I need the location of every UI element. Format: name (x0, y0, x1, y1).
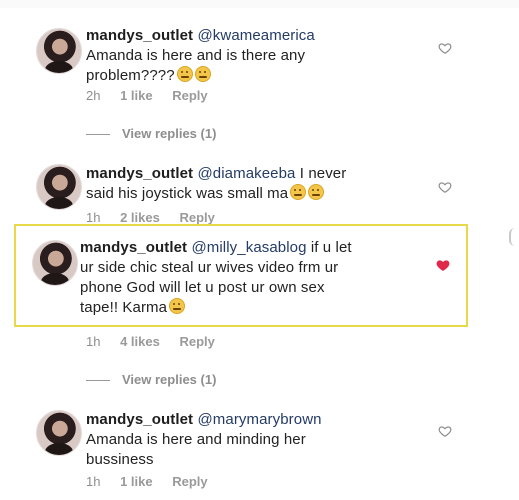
avatar[interactable] (32, 240, 78, 286)
emoji-icon (194, 66, 211, 82)
mention[interactable]: @diamakeeba (197, 165, 295, 182)
view-replies-button[interactable]: View replies (1) (86, 372, 216, 387)
comment-body-line: if u let (306, 239, 352, 256)
comment-text: mandys_outlet @diamakeeba I never said h… (86, 164, 446, 204)
comment-body-line: I never (295, 165, 347, 182)
avatar[interactable] (36, 164, 82, 210)
comment-time: 1h (86, 210, 101, 225)
comment-text: mandys_outlet @kwameamerica Amanda is he… (86, 26, 446, 86)
top-edge (0, 0, 519, 8)
comment-body-line: problem???? (86, 67, 175, 84)
comment-time: 1h (86, 474, 101, 489)
reply-button[interactable]: Reply (179, 334, 214, 349)
comment-body-line: tape!! Karma (80, 299, 168, 316)
comment-time: 2h (86, 88, 101, 103)
avatar[interactable] (36, 28, 82, 74)
mention[interactable]: @kwameamerica (197, 27, 314, 44)
reply-button[interactable]: Reply (179, 210, 214, 225)
comment-body-line: said his joystick was small ma (86, 185, 289, 202)
username[interactable]: mandys_outlet (80, 239, 187, 256)
view-replies-label: View replies (1) (122, 126, 217, 141)
reply-button[interactable]: Reply (172, 88, 207, 103)
avatar[interactable] (36, 410, 82, 456)
likes-count[interactable]: 1 like (120, 474, 153, 489)
likes-count[interactable]: 4 likes (120, 334, 160, 349)
comment-time: 1h (86, 334, 101, 349)
comment-body-line: ur side chic steal ur wives video frm ur (80, 259, 339, 276)
comment-meta: 1h 1 like Reply (86, 474, 224, 489)
view-replies-button[interactable]: View replies (1) (86, 126, 216, 141)
username[interactable]: mandys_outlet (86, 27, 193, 44)
divider-line (86, 380, 110, 382)
comment-meta: 1h 2 likes Reply (86, 210, 231, 225)
likes-count[interactable]: 1 like (120, 88, 153, 103)
comment-body-line: Amanda is here and is there any (86, 47, 306, 64)
comment-text: mandys_outlet @milly_kasablog if u let u… (80, 238, 440, 318)
comment-body-line: bussiness (86, 451, 154, 468)
heart-icon[interactable] (438, 180, 452, 194)
heart-icon[interactable] (438, 41, 452, 55)
comment-meta: 2h 1 like Reply (86, 88, 224, 103)
likes-count[interactable]: 2 likes (120, 210, 160, 225)
mention[interactable]: @milly_kasablog (191, 239, 306, 256)
mention[interactable]: @marymarybrown (197, 411, 321, 428)
emoji-icon (308, 184, 325, 200)
emoji-icon (176, 66, 193, 82)
comment-body-line: phone God will let u post ur own sex (80, 279, 325, 296)
heart-icon[interactable] (436, 258, 450, 272)
emoji-icon (169, 298, 186, 314)
emoji-icon (290, 184, 307, 200)
username[interactable]: mandys_outlet (86, 165, 193, 182)
view-replies-label: View replies (1) (122, 372, 217, 387)
heart-icon[interactable] (438, 424, 452, 438)
divider-line (86, 134, 110, 136)
reply-button[interactable]: Reply (172, 474, 207, 489)
comment-body-line: Amanda is here and minding her (86, 431, 306, 448)
comment-text: mandys_outlet @marymarybrown Amanda is h… (86, 410, 446, 470)
username[interactable]: mandys_outlet (86, 411, 193, 428)
comment-meta: 1h 4 likes Reply (86, 334, 231, 349)
scroll-edge (509, 228, 517, 246)
